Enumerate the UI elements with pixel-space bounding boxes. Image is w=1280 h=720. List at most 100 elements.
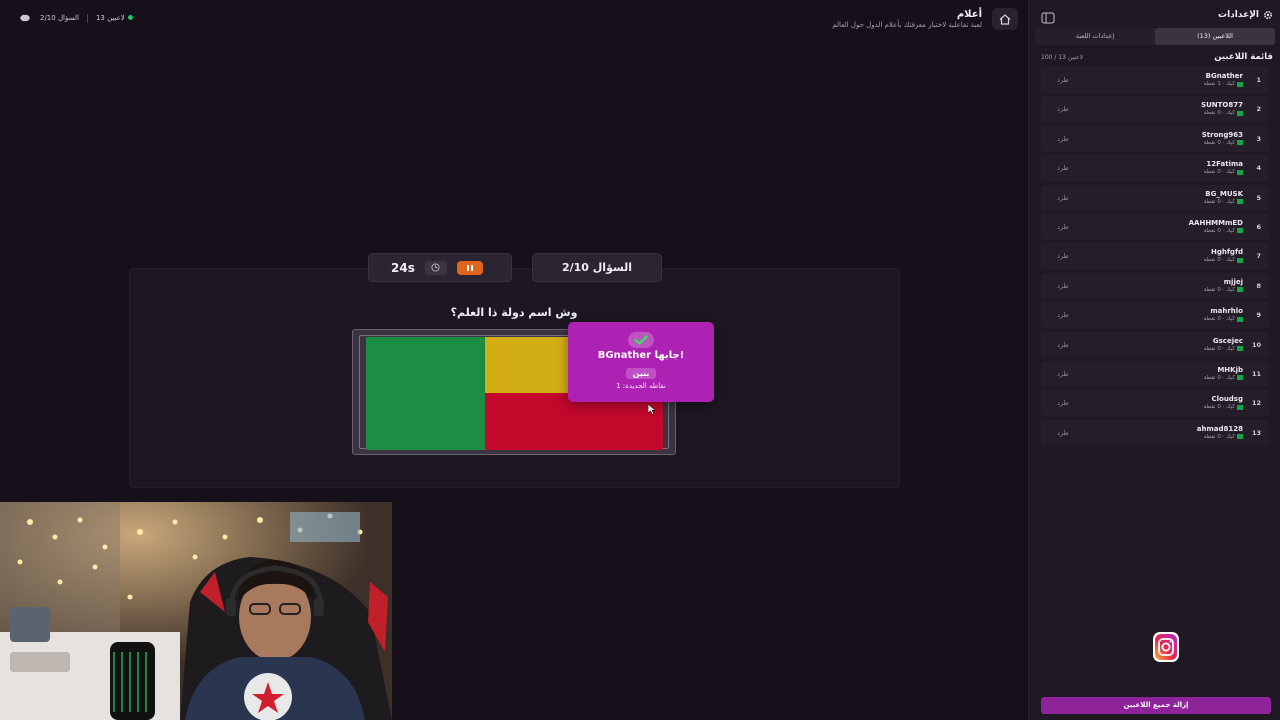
online-status-icon [127,15,133,20]
kick-player-button[interactable]: طرد [1057,341,1069,349]
kick-platform-icon [1237,169,1243,175]
kick-platform-icon [1237,434,1243,440]
gear-icon [1263,10,1273,20]
kick-player-button[interactable]: طرد [1057,282,1069,290]
timer-panel: 24s [368,253,512,282]
player-row: 9 mahrhlo كيك · 0 نقطة طرد [1041,302,1269,329]
timer-value: 24s [391,260,415,275]
kick-player-button[interactable]: طرد [1057,429,1069,437]
kick-player-button[interactable]: طرد [1057,311,1069,319]
player-rank: 8 [1256,281,1261,290]
sidebar-title-text: الإعدادات [1218,10,1259,20]
player-row: 13 ahmad8128 كيك · 0 نقطة طرد [1041,419,1269,446]
sidebar-title: الإعدادات [1218,10,1273,20]
player-row: 12 Cloudsg كيك · 0 نقطة طرد [1041,390,1269,417]
player-meta: كيك · 0 نقطة [1204,375,1243,381]
player-meta: كيك · 0 نقطة [1204,434,1243,440]
kick-player-button[interactable]: طرد [1057,399,1069,407]
player-rank: 7 [1256,252,1261,261]
player-rank: 2 [1256,105,1261,114]
player-name: BGnather [1205,72,1243,80]
player-meta: كيك · 0 نقطة [1204,199,1243,205]
kick-player-button[interactable]: طرد [1057,223,1069,231]
divider [86,13,88,23]
player-points: كيك · 0 نقطة [1203,169,1235,176]
player-name: AAHHMMmED [1188,218,1243,227]
player-points: كيك · 0 نقطة [1203,433,1235,440]
player-name: 12Fatima [1206,160,1243,169]
player-name: mahrhlo [1210,307,1243,316]
player-rank: 11 [1251,369,1261,378]
mouse-cursor-icon [648,404,656,415]
kick-platform-icon [1237,110,1243,116]
pause-button[interactable] [456,260,483,275]
correct-answer-popup: BGnather جابها! بنين نقاطه الجديدة: 1 [568,322,714,402]
settings-sidebar: الإعدادات اللاعبين (13) إعدادات اللعبة ق… [1028,0,1280,720]
player-points: كيك · 0 نقطة [1203,374,1235,381]
player-rank: 13 [1251,428,1261,437]
kick-platform-icon [1237,81,1243,87]
kick-player-button[interactable]: طرد [1057,370,1069,378]
player-row: 6 AAHHMMmED كيك · 0 نقطة طرد [1041,213,1269,240]
player-row: 2 SUNTO877 كيك · 0 نقطة طرد [1041,96,1269,123]
remove-all-players-button[interactable]: إزالة جميع اللاعبين [1041,697,1271,714]
kick-platform-icon [1237,316,1243,322]
player-name: mjjej [1223,277,1243,286]
kick-player-button[interactable]: طرد [1057,252,1069,260]
webcam-image [0,502,392,720]
home-icon [999,13,1011,25]
kick-player-button[interactable]: طرد [1057,164,1069,172]
collapse-sidebar-button[interactable] [1041,9,1055,24]
player-meta: كيك · 0 نقطة [1204,257,1243,263]
kick-player-button[interactable]: طرد [1057,76,1069,84]
sidebar-tabs: اللاعبين (13) إعدادات اللعبة [1035,28,1275,45]
player-row: 7 Hghfgfd كيك · 0 نقطة طرد [1041,243,1269,270]
player-rank: 5 [1256,193,1261,202]
flag-green-band [366,337,485,450]
kick-player-button[interactable]: طرد [1057,194,1069,202]
player-points: كيك · 0 نقطة [1203,198,1235,205]
player-rank: 12 [1251,399,1261,408]
top-bar: السؤال 2/10 13 لاعبين أعلام لعبة تفاعلية… [0,0,1028,40]
question-progress-label: السؤال 2/10 [40,14,79,22]
kick-player-button[interactable]: طرد [1057,135,1069,143]
player-row: 10 Gscejec كيك · 0 نقطة طرد [1041,331,1269,358]
player-rank: 3 [1256,134,1261,143]
player-points: كيك · 0 نقطة [1203,257,1235,264]
home-button[interactable] [992,8,1018,30]
kick-platform-icon [1237,199,1243,205]
app-logo-icon[interactable] [18,12,32,24]
player-row: 11 MHKjb كيك · 0 نقطة طرد [1041,360,1269,387]
tab-game-settings[interactable]: إعدادات اللعبة [1035,28,1155,45]
kick-player-button[interactable]: طرد [1057,105,1069,113]
player-points: كيك · 1 نقطة [1203,81,1235,87]
app-title: أعلام [956,9,982,20]
player-name: Cloudsg [1211,395,1243,404]
player-name: ahmad8128 [1196,424,1243,433]
player-points: كيك · 0 نقطة [1203,110,1235,117]
player-rank: 4 [1256,164,1261,173]
player-meta: كيك · 0 نقطة [1204,346,1243,352]
correct-country-chip: بنين [625,368,657,379]
player-name: Strong963 [1201,130,1243,139]
player-rank: 10 [1251,340,1261,349]
pause-icon [466,264,469,271]
kick-platform-icon [1237,228,1243,234]
tab-players[interactable]: اللاعبين (13) [1155,28,1275,45]
player-row: 1 BGnather كيك · 1 نقطة طرد [1041,67,1269,93]
clock-icon [424,260,447,275]
player-rank: 9 [1256,311,1261,320]
question-text: وش اسم دولة ذا العلم؟ [450,306,578,319]
player-row: 4 12Fatima كيك · 0 نقطة طرد [1041,155,1269,182]
player-meta: كيك · 0 نقطة [1204,404,1243,410]
player-meta: كيك · 0 نقطة [1204,228,1243,234]
players-count: 100 / 13 لاعبين [1041,54,1084,61]
kick-platform-icon [1237,375,1243,381]
kick-platform-icon [1237,346,1243,352]
player-list: 1 BGnather كيك · 1 نقطة طرد 2 SUNTO877 كيك · 0… [1041,67,1269,449]
players-list-title: قائمة اللاعبين [1214,52,1273,62]
player-count-label: 13 لاعبين [96,14,133,22]
player-name: Hghfgfd [1211,248,1243,257]
player-name: Gscejec [1212,336,1243,345]
player-points: كيك · 0 نقطة [1203,227,1235,234]
